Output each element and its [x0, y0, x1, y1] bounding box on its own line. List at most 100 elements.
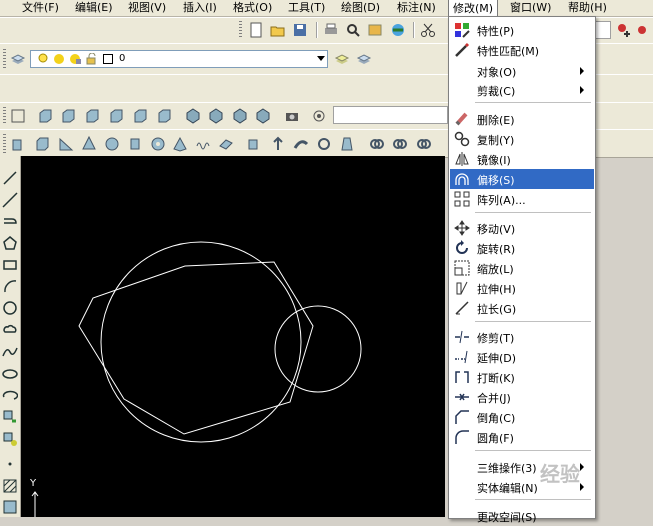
helix-icon[interactable]: [195, 136, 211, 152]
ellipse-icon[interactable]: [2, 366, 18, 382]
rectangle-icon[interactable]: [2, 257, 18, 273]
menu-item-object[interactable]: 对象(O): [450, 61, 594, 81]
menu-item-trim[interactable]: 修剪(T): [450, 327, 594, 347]
insert-block-icon[interactable]: [2, 409, 18, 425]
layer-dropdown[interactable]: 0: [30, 50, 328, 68]
box-icon[interactable]: [34, 136, 50, 152]
menu-item-break[interactable]: 打断(K): [450, 367, 594, 387]
planar-surface-icon[interactable]: [218, 136, 234, 152]
polyline-icon[interactable]: [2, 213, 18, 229]
menu-dimension[interactable]: 标注(N): [393, 0, 440, 16]
menu-item-offset[interactable]: 偏移(S): [450, 169, 594, 189]
etransmit-icon[interactable]: [390, 22, 406, 38]
add-scale-icon[interactable]: [616, 22, 632, 38]
bottom-view-icon[interactable]: [60, 108, 76, 124]
menu-tools[interactable]: 工具(T): [284, 0, 329, 16]
polysolid-icon[interactable]: [10, 136, 26, 152]
ne-iso-view-icon[interactable]: [232, 108, 248, 124]
spline-icon[interactable]: [2, 344, 18, 360]
back-view-icon[interactable]: [156, 108, 172, 124]
toolbar-grip[interactable]: [3, 107, 6, 125]
line-icon[interactable]: [2, 170, 18, 186]
plot-preview-icon[interactable]: [345, 22, 361, 38]
cut-icon[interactable]: [420, 22, 436, 38]
wedge-icon[interactable]: [58, 136, 74, 152]
menu-item-fillet[interactable]: 圆角(F): [450, 427, 594, 447]
left-view-icon[interactable]: [84, 108, 100, 124]
ellipse-arc-icon[interactable]: [2, 387, 18, 403]
toolbar-grip[interactable]: [3, 49, 6, 69]
torus-icon[interactable]: [150, 136, 166, 152]
menu-edit[interactable]: 编辑(E): [71, 0, 117, 16]
sun-freeze-icon[interactable]: [53, 53, 65, 65]
view-combo[interactable]: [333, 106, 448, 124]
pyramid-icon[interactable]: [172, 136, 188, 152]
sphere-icon[interactable]: [104, 136, 120, 152]
camera-icon[interactable]: [284, 108, 300, 124]
menu-file[interactable]: 文件(F): [18, 0, 63, 16]
menu-item-change-space[interactable]: 更改空间(S): [450, 506, 594, 526]
circle-icon[interactable]: [2, 300, 18, 316]
menu-item-copy[interactable]: 复制(Y): [450, 129, 594, 149]
menu-item-stretch[interactable]: 拉伸(H): [450, 278, 594, 298]
print-icon[interactable]: [323, 22, 339, 38]
layer-manager-icon[interactable]: [10, 51, 26, 67]
named-views-icon[interactable]: [10, 108, 26, 124]
hatch-icon[interactable]: [2, 478, 18, 494]
toolbar-grip[interactable]: [3, 134, 6, 153]
menu-item-move[interactable]: 移动(V): [450, 218, 594, 238]
menu-item-extend[interactable]: 延伸(D): [450, 347, 594, 367]
make-object-layer-current-icon[interactable]: [334, 51, 350, 67]
cone-icon[interactable]: [81, 136, 97, 152]
cylinder-icon[interactable]: [127, 136, 143, 152]
chevron-down-icon[interactable]: [317, 56, 325, 61]
new-file-icon[interactable]: [248, 22, 264, 38]
menu-item-chamfer[interactable]: 倒角(C): [450, 407, 594, 427]
polygon-icon[interactable]: [2, 235, 18, 251]
intersect-icon[interactable]: [416, 136, 432, 152]
lightbulb-icon[interactable]: [37, 53, 49, 65]
make-block-icon[interactable]: [2, 431, 18, 447]
menu-item-join[interactable]: 合并(J): [450, 387, 594, 407]
menu-modify[interactable]: 修改(M): [448, 0, 499, 16]
save-icon[interactable]: [292, 22, 308, 38]
revision-cloud-icon[interactable]: [2, 322, 18, 338]
open-file-icon[interactable]: [270, 22, 286, 38]
point-icon[interactable]: [2, 456, 18, 472]
publish-icon[interactable]: [367, 22, 383, 38]
right-view-icon[interactable]: [108, 108, 124, 124]
menu-view[interactable]: 视图(V): [124, 0, 170, 16]
menu-item-scale[interactable]: 缩放(L): [450, 258, 594, 278]
loft-icon[interactable]: [339, 136, 355, 152]
presspull-icon[interactable]: [270, 136, 286, 152]
union-icon[interactable]: [369, 136, 385, 152]
viewport-freeze-icon[interactable]: [69, 53, 81, 65]
menu-item-rotate[interactable]: 旋转(R): [450, 238, 594, 258]
menu-item-lengthen[interactable]: 拉长(G): [450, 298, 594, 318]
menu-format[interactable]: 格式(O): [229, 0, 276, 16]
revolve-icon[interactable]: [316, 136, 332, 152]
sw-iso-view-icon[interactable]: [185, 108, 201, 124]
menu-help[interactable]: 帮助(H): [564, 0, 611, 16]
menu-window[interactable]: 窗口(W): [506, 0, 555, 16]
se-iso-view-icon[interactable]: [208, 108, 224, 124]
layer-previous-icon[interactable]: [356, 51, 372, 67]
drawing-canvas[interactable]: [21, 156, 445, 517]
menu-draw[interactable]: 绘图(D): [337, 0, 384, 16]
toolbar-grip[interactable]: [239, 21, 242, 39]
top-view-icon[interactable]: [37, 108, 53, 124]
gradient-icon[interactable]: [2, 499, 18, 515]
annotation-icon[interactable]: [636, 22, 652, 38]
nw-iso-view-icon[interactable]: [255, 108, 271, 124]
sweep-icon[interactable]: [293, 136, 309, 152]
menu-item-array[interactable]: 阵列(A)...: [450, 189, 594, 209]
extrude-icon[interactable]: [246, 136, 262, 152]
menu-item-erase[interactable]: 删除(E): [450, 109, 594, 129]
construction-line-icon[interactable]: [2, 192, 18, 208]
menu-item-properties[interactable]: 特性(P): [450, 20, 594, 40]
ucs-icon[interactable]: [311, 108, 327, 124]
menu-item-mirror[interactable]: 镜像(I): [450, 149, 594, 169]
unlock-icon[interactable]: [85, 53, 97, 65]
menu-item-clip[interactable]: 剪裁(C): [450, 80, 594, 100]
menu-insert[interactable]: 插入(I): [179, 0, 221, 16]
